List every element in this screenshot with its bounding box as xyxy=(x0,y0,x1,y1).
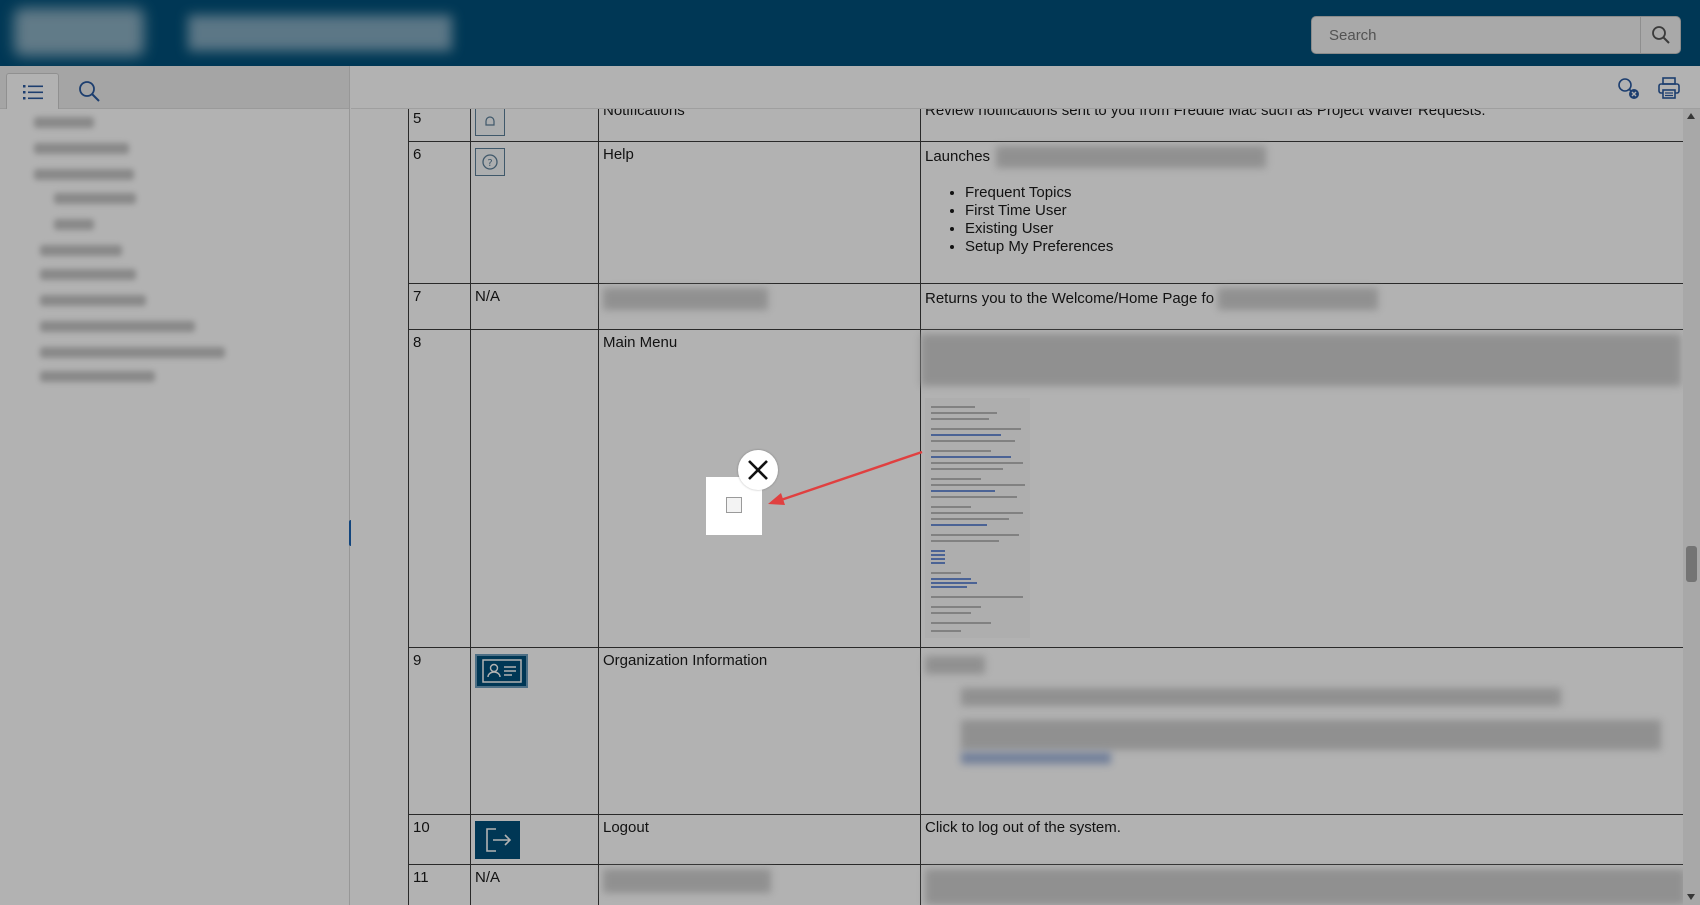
close-lightbox-button[interactable] xyxy=(738,450,778,490)
broken-image-icon xyxy=(726,497,742,513)
annotation-arrow xyxy=(768,450,923,505)
close-icon xyxy=(748,460,768,480)
